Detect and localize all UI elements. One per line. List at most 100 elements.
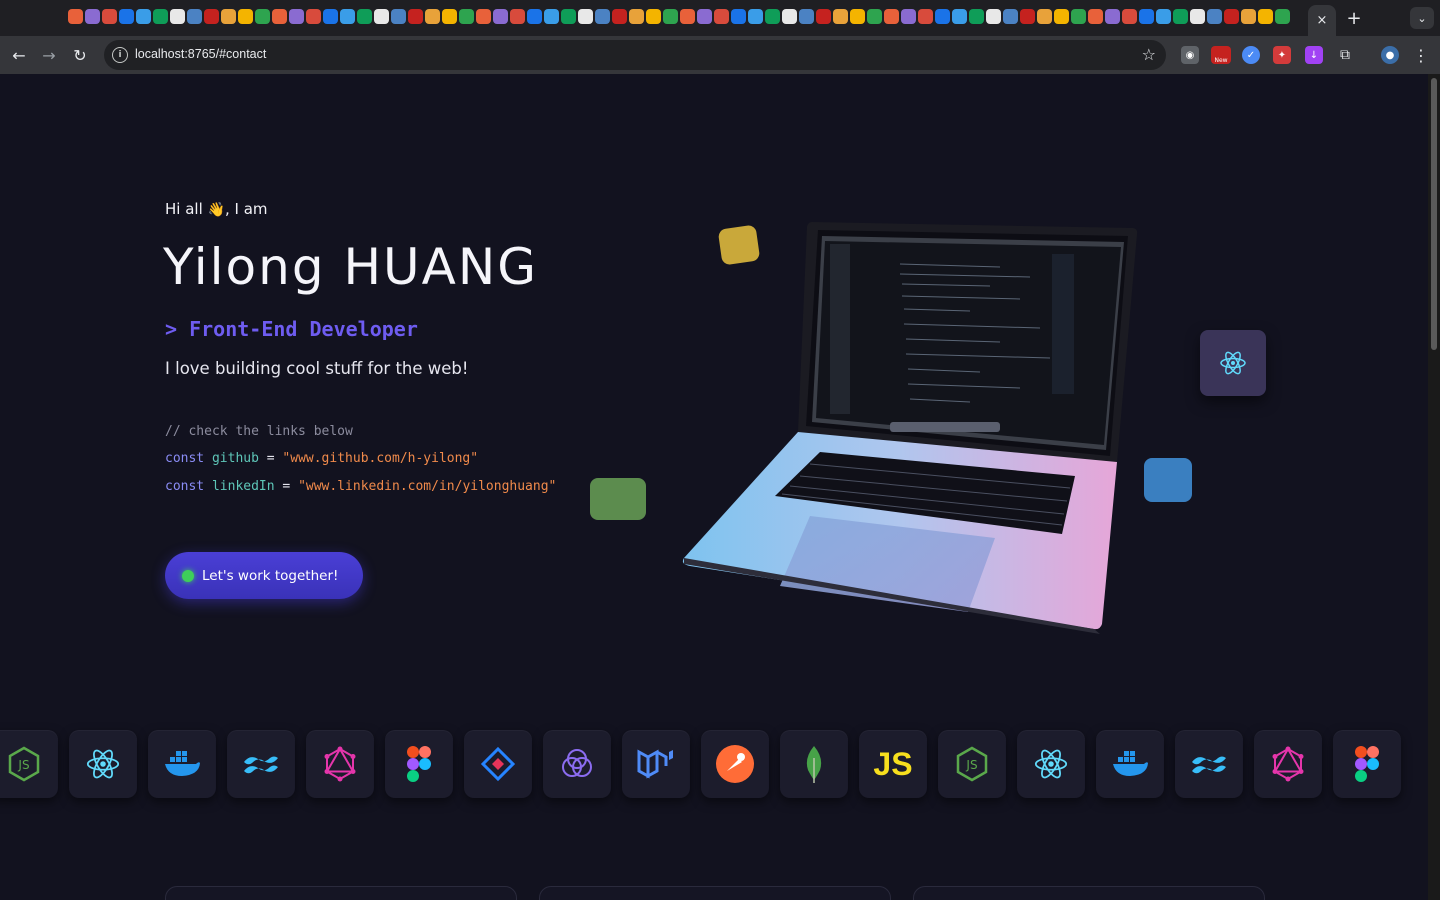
tab-favicon-icon[interactable] [1156,9,1171,24]
puzzle-red-icon[interactable]: ✦ [1273,46,1291,64]
profile-icon[interactable]: ● [1381,46,1399,64]
tab-favicon-icon[interactable] [782,9,797,24]
tab-favicon-icon[interactable] [680,9,695,24]
tab-favicon-icon[interactable] [221,9,236,24]
tab-close-icon[interactable]: × [1317,13,1328,28]
tab-favicon-icon[interactable] [459,9,474,24]
tab-favicon-icon[interactable] [1088,9,1103,24]
tab-favicon-icon[interactable] [731,9,746,24]
reload-button[interactable]: ↻ [69,44,91,66]
tab-favicon-icon[interactable] [833,9,848,24]
tab-favicon-icon[interactable] [68,9,83,24]
tab-favicon-icon[interactable] [629,9,644,24]
tab-favicon-icon[interactable] [901,9,916,24]
address-bar[interactable]: i localhost:8765/#contact ☆ [104,40,1166,70]
tab-favicon-icon[interactable] [1122,9,1137,24]
tab-favicon-icon[interactable] [1275,9,1290,24]
project-card[interactable] [539,886,891,900]
tab-favicon-icon[interactable] [1037,9,1052,24]
tab-favicon-icon[interactable] [476,9,491,24]
tab-favicon-icon[interactable] [1173,9,1188,24]
tab-favicon-icon[interactable] [714,9,729,24]
page-scrollbar[interactable] [1428,74,1440,900]
tab-favicon-icon[interactable] [357,9,372,24]
tab-favicon-icon[interactable] [323,9,338,24]
tab-favicon-icon[interactable] [170,9,185,24]
tab-favicon-icon[interactable] [425,9,440,24]
tab-favicon-icon[interactable] [867,9,882,24]
tab-favicon-icon[interactable] [850,9,865,24]
work-together-button[interactable]: Let's work together! [165,552,363,599]
tab-favicon-icon[interactable] [969,9,984,24]
new-badge-icon[interactable]: New [1211,46,1231,64]
tab-favicon-icon[interactable] [544,9,559,24]
tab-favicon-icon[interactable] [884,9,899,24]
site-info-icon[interactable]: i [112,47,128,63]
tab-favicon-icon[interactable] [663,9,678,24]
tab-favicon-icon[interactable] [1190,9,1205,24]
bookmark-star-icon[interactable]: ☆ [1142,45,1156,64]
back-button[interactable]: ← [8,44,30,66]
tab-favicon-icon[interactable] [1258,9,1273,24]
tab-favicon-icon[interactable] [85,9,100,24]
tab-favicon-icon[interactable] [119,9,134,24]
browser-menu-icon[interactable]: ⋮ [1410,44,1432,66]
tab-favicon-icon[interactable] [527,9,542,24]
tab-favicon-icon[interactable] [1003,9,1018,24]
project-card[interactable] [913,886,1265,900]
tab-favicon-icon[interactable] [153,9,168,24]
cube-yellow-icon [717,224,761,266]
tab-favicon-icon[interactable] [408,9,423,24]
tab-search-button[interactable]: ⌄ [1410,7,1434,29]
tab-favicon-icon[interactable] [816,9,831,24]
tab-favicon-icon[interactable] [986,9,1001,24]
project-card[interactable] [165,886,517,900]
tab-favicon-icon[interactable] [272,9,287,24]
tab-favicon-icon[interactable] [340,9,355,24]
tab-favicon-icon[interactable] [374,9,389,24]
compass-icon[interactable]: ✓ [1242,46,1260,64]
tab-favicon-icon[interactable] [306,9,321,24]
tab-favicon-icon[interactable] [1020,9,1035,24]
tab-favicon-icon[interactable] [1054,9,1069,24]
tab-favicon-icon[interactable] [102,9,117,24]
tab-favicon-icon[interactable] [1105,9,1120,24]
tab-favicon-icon[interactable] [255,9,270,24]
tab-favicon-icon[interactable] [442,9,457,24]
tab-favicon-icon[interactable] [765,9,780,24]
active-tab[interactable]: × [1308,5,1336,36]
tab-favicon-icon[interactable] [697,9,712,24]
new-tab-button[interactable]: + [1344,8,1364,29]
github-link[interactable]: "www.github.com/h-yilong" [282,451,478,466]
tab-favicon-icon[interactable] [612,9,627,24]
camera-icon[interactable]: ◉ [1181,46,1199,64]
tab-favicon-icon[interactable] [136,9,151,24]
tab-favicon-icon[interactable] [289,9,304,24]
tab-favicon-icon[interactable] [646,9,661,24]
tab-favicon-icon[interactable] [204,9,219,24]
linkedin-link[interactable]: "www.linkedin.com/in/yilonghuang" [298,479,556,494]
tab-favicon-icon[interactable] [1207,9,1222,24]
tab-favicon-icon[interactable] [187,9,202,24]
tab-favicon-icon[interactable] [595,9,610,24]
tab-favicon-icon[interactable] [493,9,508,24]
scrollbar-thumb[interactable] [1431,78,1437,350]
tab-favicon-icon[interactable] [799,9,814,24]
tab-favicon-icon[interactable] [578,9,593,24]
tab-favicon-icon[interactable] [1224,9,1239,24]
tab-favicon-icon[interactable] [918,9,933,24]
tab-favicon-icon[interactable] [561,9,576,24]
tab-favicon-icon[interactable] [510,9,525,24]
puzzle-icon[interactable]: ⧉ [1336,46,1354,64]
tab-favicon-icon[interactable] [1139,9,1154,24]
tab-favicon-icon[interactable] [391,9,406,24]
tab-favicon-icon[interactable] [1241,9,1256,24]
address-url[interactable]: localhost:8765/#contact [135,47,266,61]
forward-button[interactable]: → [38,44,60,66]
tab-favicon-icon[interactable] [238,9,253,24]
tab-favicon-icon[interactable] [1071,9,1086,24]
tab-favicon-icon[interactable] [952,9,967,24]
tab-favicon-icon[interactable] [935,9,950,24]
download-icon[interactable]: ↓ [1305,46,1323,64]
tab-favicon-icon[interactable] [748,9,763,24]
